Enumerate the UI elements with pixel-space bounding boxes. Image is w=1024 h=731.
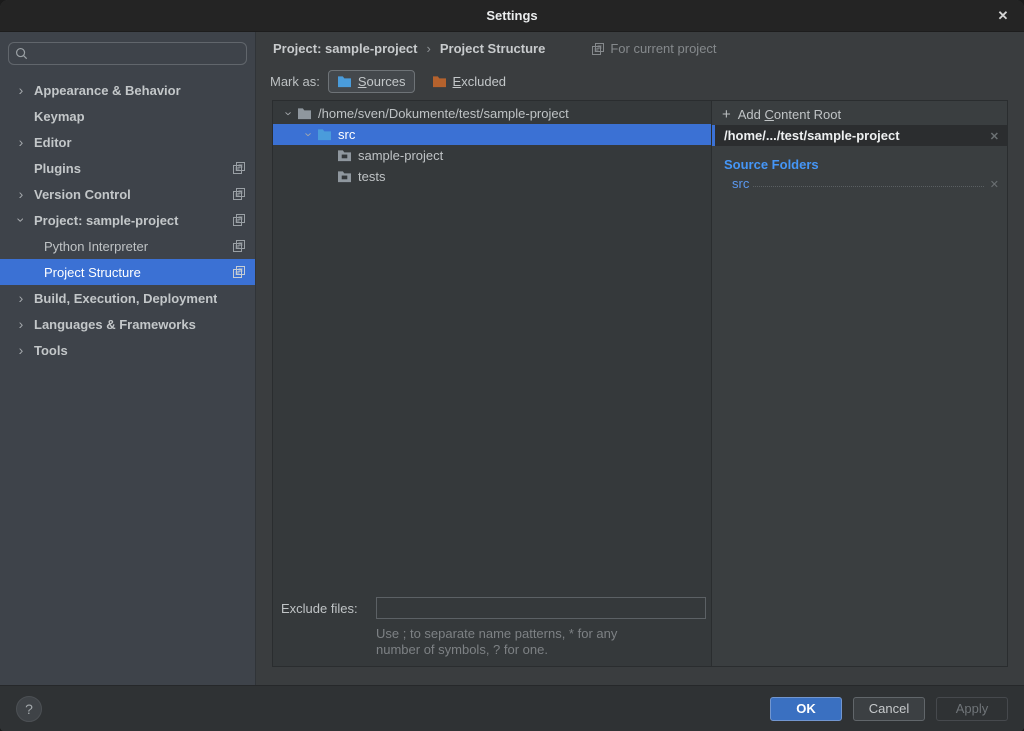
mark-as-excluded-button[interactable]: Excluded bbox=[423, 70, 515, 93]
sidebar-item-project-structure[interactable]: Project Structure bbox=[0, 259, 255, 285]
settings-dialog: Settings Appearance & Behavior Keymap bbox=[0, 0, 1024, 731]
exclude-files-hint: Use ; to separate name patterns, * for a… bbox=[376, 626, 703, 658]
chevron-right-icon[interactable] bbox=[14, 291, 28, 305]
sidebar-item-languages-frameworks[interactable]: Languages & Frameworks bbox=[0, 311, 255, 337]
content-root-row[interactable]: /home/.../test/sample-project bbox=[712, 125, 1007, 146]
settings-sidebar: Appearance & Behavior Keymap Editor Plug… bbox=[0, 32, 255, 685]
cancel-button[interactable]: Cancel bbox=[853, 697, 925, 721]
titlebar: Settings bbox=[0, 0, 1024, 32]
ok-button[interactable]: OK bbox=[770, 697, 842, 721]
tree-row-src[interactable]: src bbox=[273, 124, 711, 145]
breadcrumb-separator-icon: › bbox=[427, 41, 431, 56]
sidebar-item-tools[interactable]: Tools bbox=[0, 337, 255, 363]
sidebar-item-appearance-behavior[interactable]: Appearance & Behavior bbox=[0, 77, 255, 103]
remove-content-root-icon[interactable] bbox=[990, 128, 999, 143]
chevron-right-icon[interactable] bbox=[14, 187, 28, 201]
sidebar-item-project[interactable]: Project: sample-project bbox=[0, 207, 255, 233]
chevron-right-icon[interactable] bbox=[14, 343, 28, 357]
plus-icon: + bbox=[722, 107, 731, 122]
folder-icon bbox=[337, 149, 353, 162]
close-icon[interactable] bbox=[990, 0, 1016, 32]
breadcrumb: Project: sample-project › Project Struct… bbox=[256, 32, 1024, 65]
content-root-path: /home/.../test/sample-project bbox=[724, 128, 900, 143]
mark-as-label: Mark as: bbox=[270, 74, 320, 89]
chevron-right-icon[interactable] bbox=[14, 83, 28, 97]
mark-as-sources-button[interactable]: Sources bbox=[328, 70, 415, 93]
source-folders-heading: Source Folders bbox=[724, 157, 1007, 172]
ide-scope-icon bbox=[233, 240, 245, 252]
dialog-title: Settings bbox=[486, 8, 537, 23]
dotted-leader bbox=[753, 186, 983, 187]
exclude-files-input[interactable] bbox=[376, 597, 706, 619]
apply-button[interactable]: Apply bbox=[936, 697, 1008, 721]
tree-row-content-root[interactable]: /home/sven/Dokumente/test/sample-project bbox=[273, 103, 711, 124]
settings-nav: Appearance & Behavior Keymap Editor Plug… bbox=[0, 77, 255, 363]
sources-folder-icon bbox=[337, 75, 353, 88]
remove-source-folder-icon[interactable] bbox=[990, 176, 999, 191]
chevron-down-icon[interactable] bbox=[281, 107, 297, 120]
chevron-right-icon[interactable] bbox=[14, 135, 28, 149]
sidebar-item-version-control[interactable]: Version Control bbox=[0, 181, 255, 207]
tree-row-sample-project[interactable]: sample-project bbox=[273, 145, 711, 166]
ide-scope-icon bbox=[592, 43, 604, 55]
breadcrumb-project[interactable]: Project: sample-project bbox=[273, 41, 418, 56]
add-content-root-button[interactable]: + Add Content Root bbox=[712, 103, 1007, 125]
chevron-down-icon[interactable] bbox=[301, 128, 317, 141]
search-icon bbox=[15, 47, 28, 60]
exclude-files-section: Exclude files: Use ; to separate name pa… bbox=[273, 597, 711, 658]
main-panel: Project: sample-project › Project Struct… bbox=[255, 32, 1024, 685]
ide-scope-icon bbox=[233, 188, 245, 200]
content-tree-panel: /home/sven/Dokumente/test/sample-project… bbox=[273, 101, 712, 666]
sidebar-item-plugins[interactable]: Plugins bbox=[0, 155, 255, 181]
folder-icon bbox=[337, 170, 353, 183]
search-input[interactable] bbox=[33, 45, 240, 62]
sidebar-item-build-execution-deployment[interactable]: Build, Execution, Deployment bbox=[0, 285, 255, 311]
ide-scope-icon bbox=[233, 266, 245, 278]
exclude-files-label: Exclude files: bbox=[281, 601, 376, 616]
excluded-folder-icon bbox=[432, 75, 448, 88]
dialog-footer: ? OK Cancel Apply bbox=[0, 685, 1024, 731]
source-folder-icon bbox=[317, 128, 333, 141]
project-structure-panels: /home/sven/Dokumente/test/sample-project… bbox=[272, 100, 1008, 667]
sidebar-item-editor[interactable]: Editor bbox=[0, 129, 255, 155]
sidebar-item-python-interpreter[interactable]: Python Interpreter bbox=[0, 233, 255, 259]
ide-scope-icon bbox=[233, 214, 245, 226]
search-box[interactable] bbox=[8, 42, 247, 65]
mark-as-toolbar: Mark as: Sources Excluded bbox=[256, 65, 1024, 98]
source-folder-item[interactable]: src bbox=[732, 176, 999, 191]
chevron-right-icon[interactable] bbox=[14, 317, 28, 331]
tree-row-tests[interactable]: tests bbox=[273, 166, 711, 187]
sidebar-item-keymap[interactable]: Keymap bbox=[0, 103, 255, 129]
breadcrumb-page-title: Project Structure bbox=[440, 41, 545, 56]
help-button[interactable]: ? bbox=[16, 696, 42, 722]
chevron-down-icon[interactable] bbox=[14, 213, 28, 227]
source-folder-name: src bbox=[732, 176, 749, 191]
content-roots-panel: + Add Content Root /home/.../test/sample… bbox=[712, 101, 1007, 666]
folder-icon bbox=[297, 107, 313, 120]
directory-tree: /home/sven/Dokumente/test/sample-project… bbox=[273, 101, 711, 187]
ide-scope-icon bbox=[233, 162, 245, 174]
for-current-project-note: For current project bbox=[592, 41, 716, 56]
